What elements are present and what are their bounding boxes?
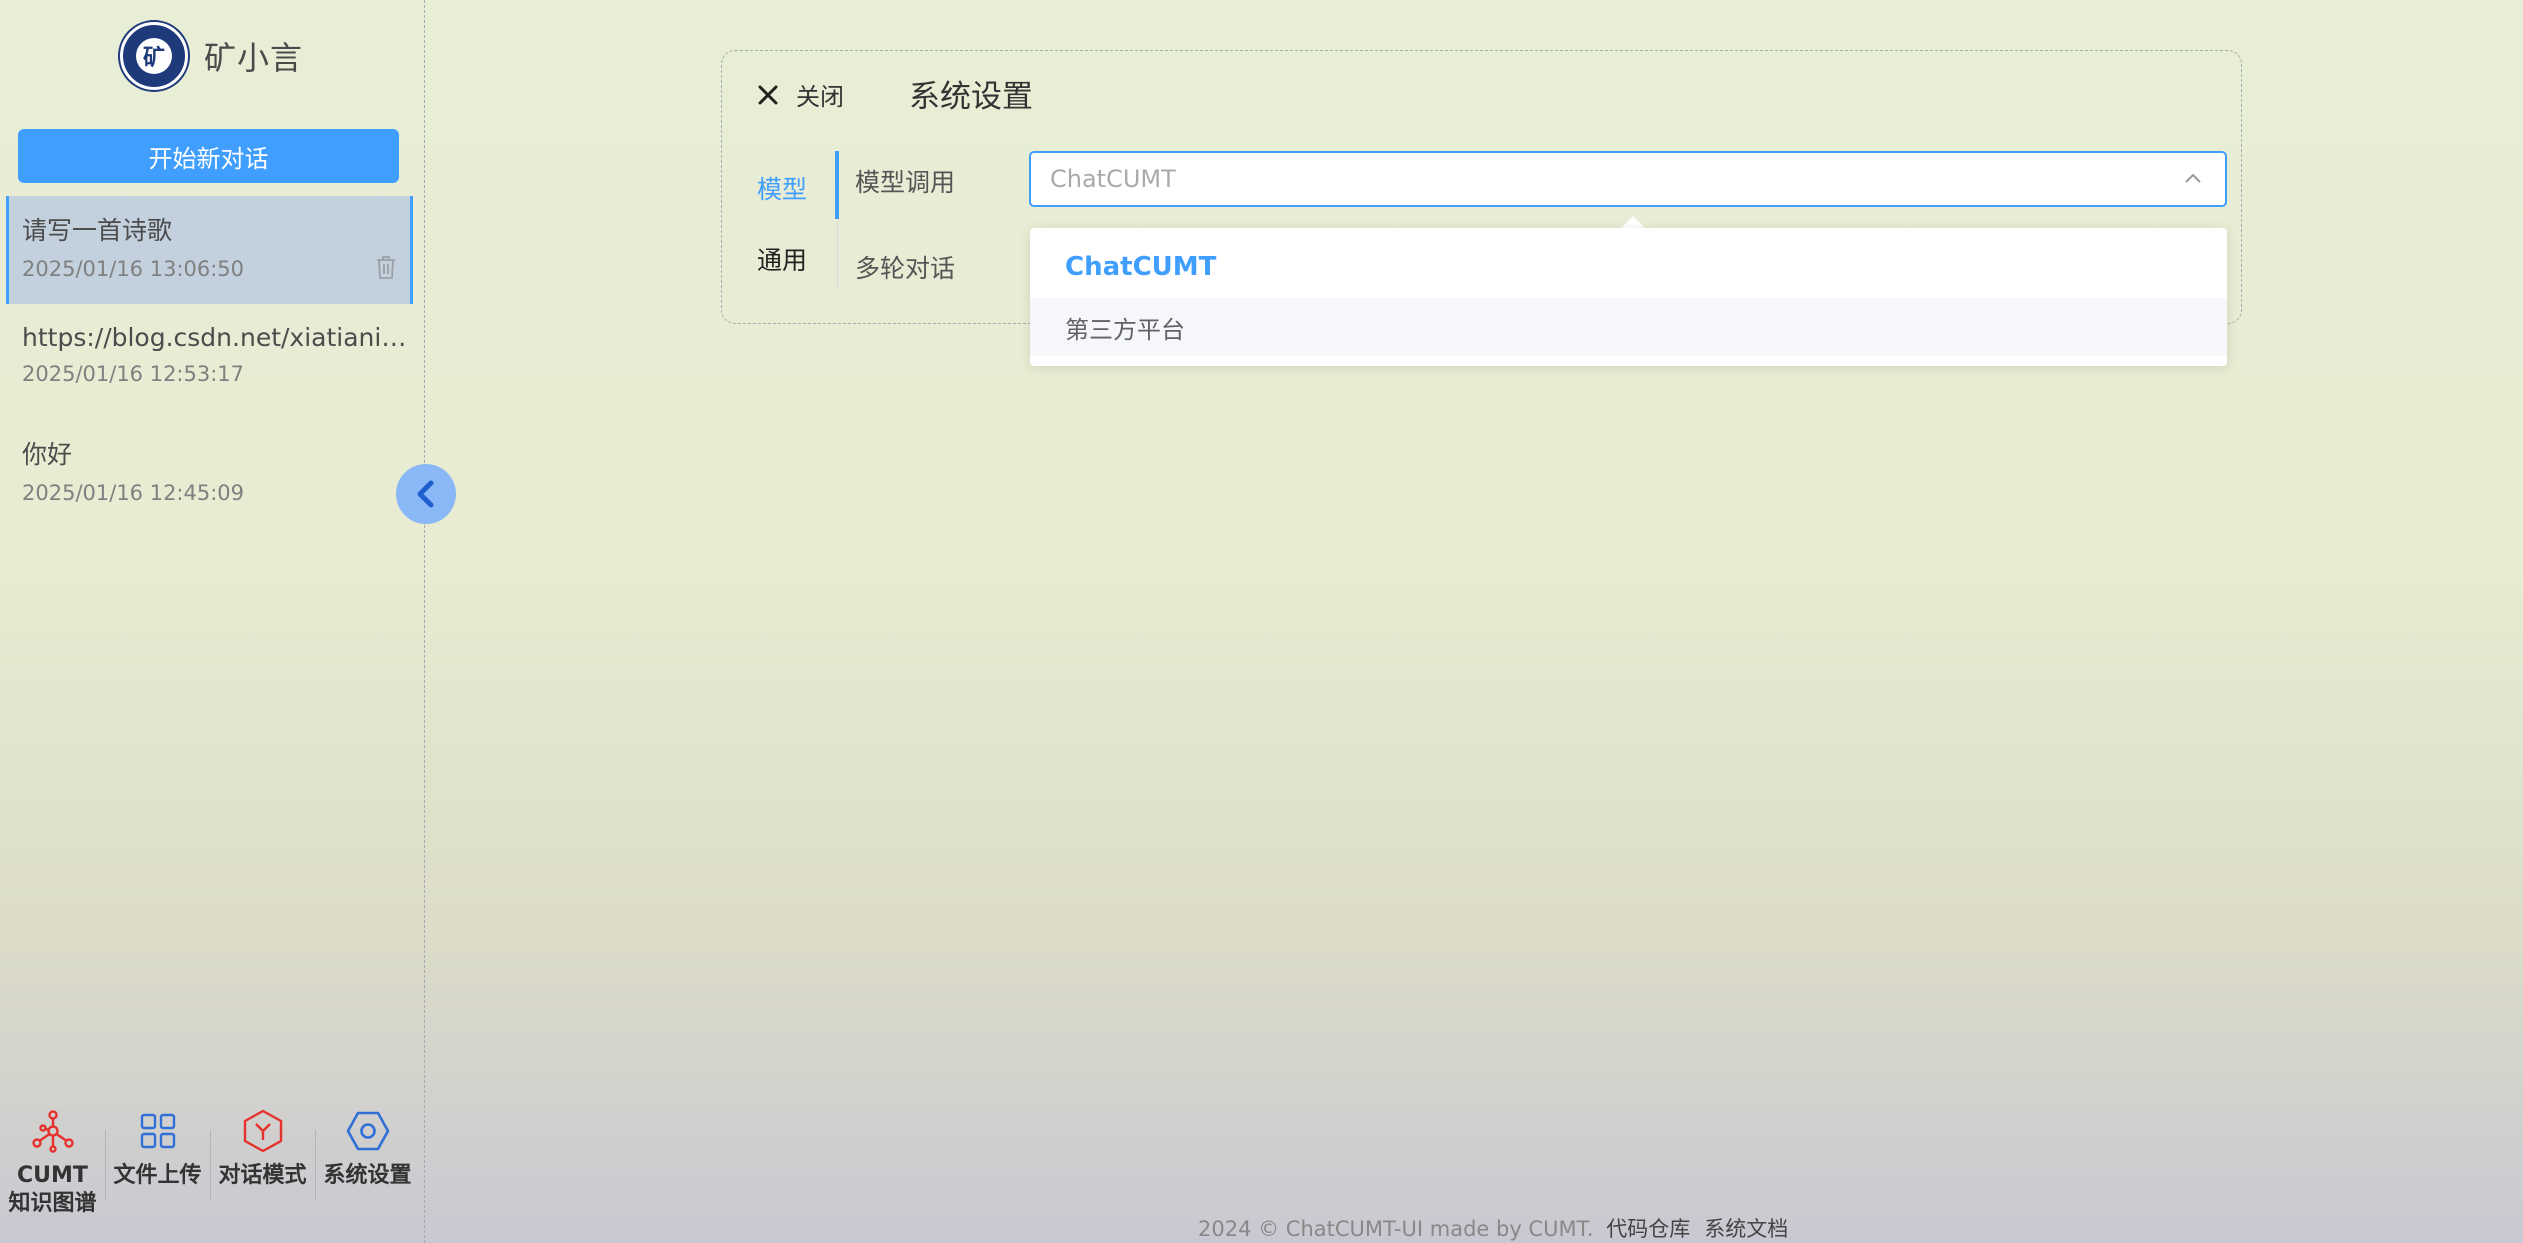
new-chat-button[interactable]: 开始新对话 — [18, 129, 399, 183]
nav-system-settings[interactable]: 系统设置 — [315, 1100, 420, 1240]
nav-label: CUMT 知识图谱 — [8, 1162, 96, 1218]
tab-model[interactable]: 模型 — [757, 170, 807, 206]
collapse-sidebar-button[interactable] — [396, 464, 456, 524]
chat-time: 2025/01/16 12:45:09 — [22, 481, 245, 505]
chevron-up-icon — [2185, 173, 2201, 183]
nav-knowledge-graph[interactable]: CUMT 知识图谱 — [0, 1100, 105, 1240]
university-logo: 矿 — [120, 22, 188, 90]
chat-item[interactable]: https://blog.csdn.net/xiatianit/article/… — [6, 308, 413, 416]
multi-turn-label: 多轮对话 — [855, 254, 956, 283]
model-select-value: ChatCUMT — [1050, 165, 1176, 193]
option-third-party[interactable]: 第三方平台 — [1030, 298, 2227, 356]
sidebar: 矿 矿小言 开始新对话 请写一首诗歌 2025/01/16 13:06:50 h… — [0, 0, 425, 1243]
trash-icon[interactable] — [374, 254, 398, 280]
bottom-nav: CUMT 知识图谱 文件上传 对话模式 系统设置 — [0, 1100, 425, 1240]
chat-item-active[interactable]: 请写一首诗歌 2025/01/16 13:06:50 — [6, 196, 413, 304]
footer-text: 2024 © ChatCUMT-UI made by CUMT. — [1198, 1217, 1594, 1241]
chat-title: https://blog.csdn.net/xiatianit/article/… — [22, 323, 407, 352]
tab-divider — [837, 221, 838, 287]
logo-emblem-icon: 矿 — [136, 38, 172, 74]
chat-time: 2025/01/16 12:53:17 — [22, 362, 245, 386]
nav-label: 对话模式 — [218, 1163, 307, 1188]
close-icon — [758, 85, 778, 104]
tab-general[interactable]: 通用 — [757, 241, 807, 277]
nav-file-upload[interactable]: 文件上传 — [105, 1100, 210, 1240]
option-chatcumt[interactable]: ChatCUMT — [1030, 238, 2227, 296]
nav-chat-mode[interactable]: 对话模式 — [210, 1100, 315, 1240]
footer-link-docs[interactable]: 系统文档 — [1704, 1217, 1788, 1241]
model-select[interactable]: ChatCUMT — [1029, 151, 2227, 207]
close-button[interactable]: 关闭 — [758, 77, 844, 112]
nav-label: 系统设置 — [323, 1163, 412, 1188]
chat-title: 你好 — [22, 440, 73, 469]
hexagon-gear-icon — [346, 1111, 389, 1151]
chevron-left-icon — [417, 480, 434, 508]
nav-label-text: CUMT 知识图谱 — [8, 1163, 97, 1216]
model-call-label: 模型调用 — [855, 168, 956, 197]
footer: 2024 © ChatCUMT-UI made by CUMT. 代码仓库 系统文… — [1198, 1213, 1788, 1243]
close-label: 关闭 — [796, 83, 844, 111]
brand: 矿 矿小言 — [120, 22, 303, 90]
chat-item[interactable]: 你好 2025/01/16 12:45:09 — [6, 420, 413, 528]
settings-title: 系统设置 — [909, 79, 1033, 115]
nav-label: 文件上传 — [113, 1163, 202, 1188]
app-name: 矿小言 — [204, 39, 304, 77]
model-dropdown: ChatCUMT 第三方平台 — [1030, 228, 2227, 366]
graph-icon — [31, 1110, 74, 1153]
chat-time: 2025/01/16 13:06:50 — [22, 257, 245, 281]
hexagon-y-icon — [243, 1109, 282, 1153]
active-tab-indicator — [835, 151, 839, 219]
chat-title: 请写一首诗歌 — [22, 216, 173, 245]
grid-icon — [140, 1113, 175, 1149]
footer-link-repo[interactable]: 代码仓库 — [1606, 1217, 1690, 1241]
